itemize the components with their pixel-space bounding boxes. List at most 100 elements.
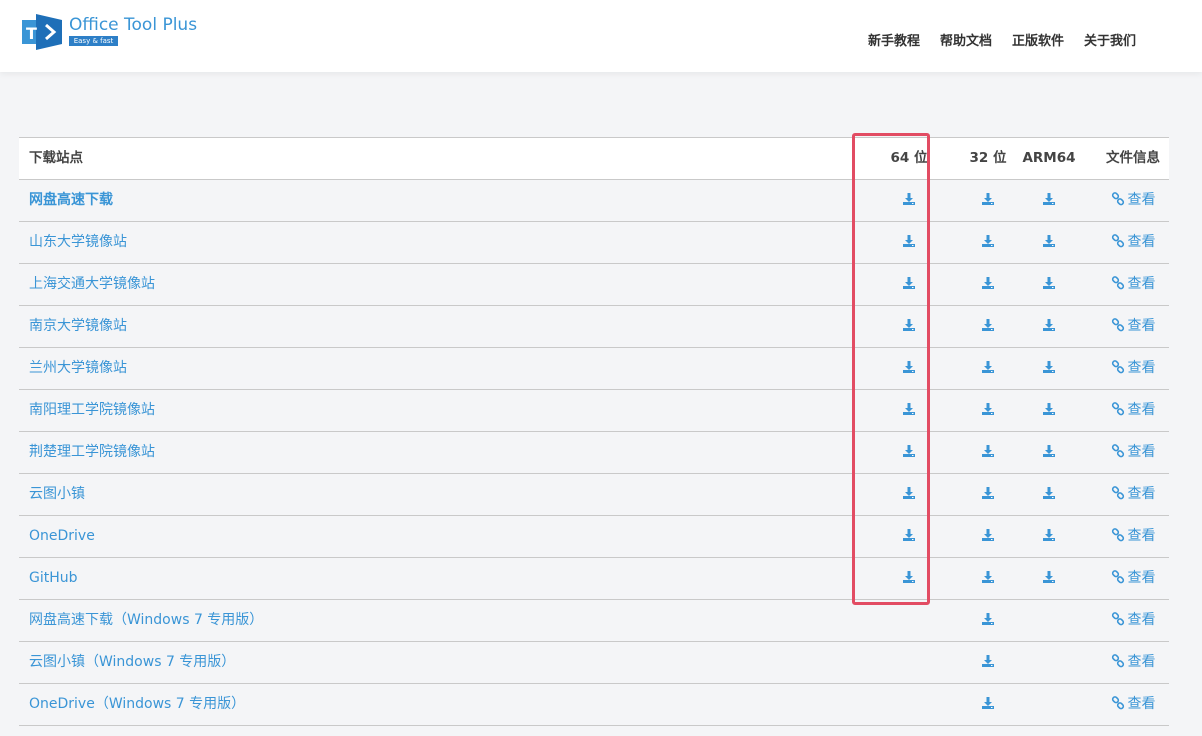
column-header-64bit: 64 位 [890,150,928,166]
view-file-info-link[interactable]: 查看 [1111,401,1156,418]
site-link[interactable]: 兰州大学镜像站 [29,360,127,376]
file-info-cell: 查看 [1099,222,1167,263]
download-arm64-button[interactable] [1042,570,1056,586]
download-64bit-button[interactable] [902,444,916,460]
download-64bit-button[interactable] [902,528,916,544]
office-tool-plus-logo-icon[interactable]: T [22,14,62,50]
download-icon [903,192,915,205]
nav-link-tutorial[interactable]: 新手教程 [868,30,920,49]
site-link[interactable]: OneDrive（Windows 7 专用版） [29,696,245,712]
view-file-info-link[interactable]: 查看 [1111,233,1156,250]
download-64bit-button[interactable] [902,234,916,250]
download-32bit-button[interactable] [981,612,995,628]
download-32bit-button[interactable] [981,192,995,208]
download-arm64-button[interactable] [1042,192,1056,208]
link-icon [1111,611,1124,625]
site-cell: 南京大学镜像站 [29,306,127,347]
site-cell: 南阳理工学院镜像站 [29,390,155,431]
download-arm64-button[interactable] [1042,318,1056,334]
download-64bit-button[interactable] [902,318,916,334]
download-arm64-button[interactable] [1042,444,1056,460]
site-link[interactable]: 南阳理工学院镜像站 [29,402,155,418]
svg-text:T: T [26,24,37,43]
site-link[interactable]: 南京大学镜像站 [29,318,127,334]
nav-link-docs[interactable]: 帮助文档 [940,30,992,49]
site-link[interactable]: 网盘高速下载（Windows 7 专用版） [29,612,263,628]
column-header-arm64: ARM64 [1022,150,1076,166]
view-file-info-label: 查看 [1127,444,1156,460]
download-32bit-button[interactable] [981,654,995,670]
download-32bit-button[interactable] [981,360,995,376]
view-file-info-link[interactable]: 查看 [1111,569,1156,586]
download-32bit-button[interactable] [981,570,995,586]
download-32bit-button[interactable] [981,276,995,292]
view-file-info-link[interactable]: 查看 [1111,359,1156,376]
table-row: 云图小镇 查看 [19,474,1169,516]
download-32bit-cell [948,264,1028,305]
download-64bit-button[interactable] [902,276,916,292]
download-arm64-button[interactable] [1042,486,1056,502]
download-64bit-button[interactable] [902,360,916,376]
download-64bit-button[interactable] [902,570,916,586]
download-32bit-button[interactable] [981,234,995,250]
view-file-info-link[interactable]: 查看 [1111,191,1156,208]
view-file-info-link[interactable]: 查看 [1111,611,1156,628]
download-arm64-button[interactable] [1042,402,1056,418]
file-info-cell: 查看 [1099,432,1167,473]
download-32bit-button[interactable] [981,402,995,418]
download-icon [1043,192,1055,205]
download-arm64-cell [1019,642,1079,683]
view-file-info-link[interactable]: 查看 [1111,695,1156,712]
link-icon [1111,695,1124,709]
view-file-info-link[interactable]: 查看 [1111,275,1156,292]
download-64bit-button[interactable] [902,402,916,418]
link-icon [1111,317,1124,331]
download-icon [1043,234,1055,247]
nav-link-genuine-software[interactable]: 正版软件 [1012,30,1064,49]
site-cell: OneDrive [29,516,95,557]
view-file-info-link[interactable]: 查看 [1111,317,1156,334]
download-arm64-button[interactable] [1042,234,1056,250]
site-link[interactable]: OneDrive [29,528,95,544]
download-arm64-button[interactable] [1042,276,1056,292]
download-64bit-cell [871,684,947,725]
logo-title[interactable]: Office Tool Plus [69,15,197,35]
table-row: OneDrive（Windows 7 专用版） 查看 [19,684,1169,726]
view-file-info-link[interactable]: 查看 [1111,443,1156,460]
view-file-info-label: 查看 [1127,612,1156,628]
download-32bit-button[interactable] [981,528,995,544]
download-arm64-cell [1019,390,1079,431]
column-header-site: 下载站点 [29,150,83,166]
site-link[interactable]: 上海交通大学镜像站 [29,276,155,292]
site-link[interactable]: GitHub [29,570,78,586]
site-link[interactable]: 网盘高速下载 [29,192,113,208]
download-64bit-button[interactable] [902,486,916,502]
download-arm64-cell [1019,222,1079,263]
site-cell: 云图小镇 [29,474,85,515]
table-header-row: 下载站点 64 位 32 位 ARM64 文件信息 [19,138,1169,180]
view-file-info-label: 查看 [1127,276,1156,292]
download-arm64-button[interactable] [1042,528,1056,544]
view-file-info-label: 查看 [1127,486,1156,502]
view-file-info-link[interactable]: 查看 [1111,485,1156,502]
download-64bit-button[interactable] [902,192,916,208]
site-link[interactable]: 云图小镇 [29,486,85,502]
table-row: GitHub 查看 [19,558,1169,600]
download-32bit-button[interactable] [981,318,995,334]
download-32bit-button[interactable] [981,444,995,460]
download-32bit-button[interactable] [981,696,995,712]
site-link[interactable]: 山东大学镜像站 [29,234,127,250]
link-icon [1111,569,1124,583]
download-64bit-cell [871,558,947,599]
download-icon [982,654,994,667]
download-arm64-button[interactable] [1042,360,1056,376]
view-file-info-link[interactable]: 查看 [1111,527,1156,544]
site-link[interactable]: 荆楚理工学院镜像站 [29,444,155,460]
view-file-info-link[interactable]: 查看 [1111,653,1156,670]
site-cell: 荆楚理工学院镜像站 [29,432,155,473]
download-32bit-button[interactable] [981,486,995,502]
site-link[interactable]: 云图小镇（Windows 7 专用版） [29,654,235,670]
nav-link-about[interactable]: 关于我们 [1084,30,1136,49]
file-info-cell: 查看 [1099,684,1167,725]
download-arm64-cell [1019,474,1079,515]
